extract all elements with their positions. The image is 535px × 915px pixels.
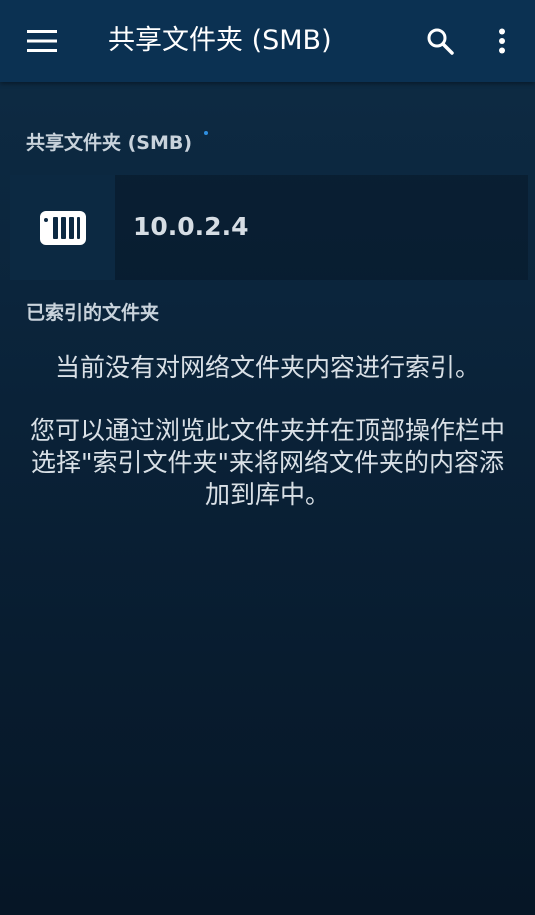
server-item-10-0-2-4[interactable]: 10.0.2.4	[10, 175, 528, 280]
app-title: 共享文件夹 (SMB)	[108, 25, 332, 56]
hint-line: 加到库中。	[204, 480, 330, 509]
share-section-header: 共享文件夹 (SMB)	[26, 132, 193, 154]
server-label: 10.0.2.4	[133, 212, 249, 241]
search-button[interactable]	[416, 17, 464, 65]
accent-dot	[204, 131, 208, 135]
hint-line: 您可以通过浏览此文件夹并在顶部操作栏中	[29, 416, 505, 445]
nas-server-icon	[39, 210, 86, 245]
hint-line: 选择"索引文件夹"来将网络文件夹的内容添	[31, 448, 504, 477]
server-icon-box	[10, 175, 115, 280]
menu-icon	[27, 30, 57, 52]
search-icon	[427, 28, 454, 55]
menu-button[interactable]	[18, 17, 66, 65]
index-hint-message: 您可以通过浏览此文件夹并在顶部操作栏中 选择"索引文件夹"来将网络文件夹的内容添…	[10, 415, 525, 511]
app-bar: 共享文件夹 (SMB)	[0, 0, 535, 82]
empty-index-message: 当前没有对网络文件夹内容进行索引。	[54, 353, 480, 382]
indexed-section-header: 已索引的文件夹	[26, 302, 160, 324]
more-options-button[interactable]	[478, 17, 526, 65]
more-vert-icon	[499, 28, 505, 54]
